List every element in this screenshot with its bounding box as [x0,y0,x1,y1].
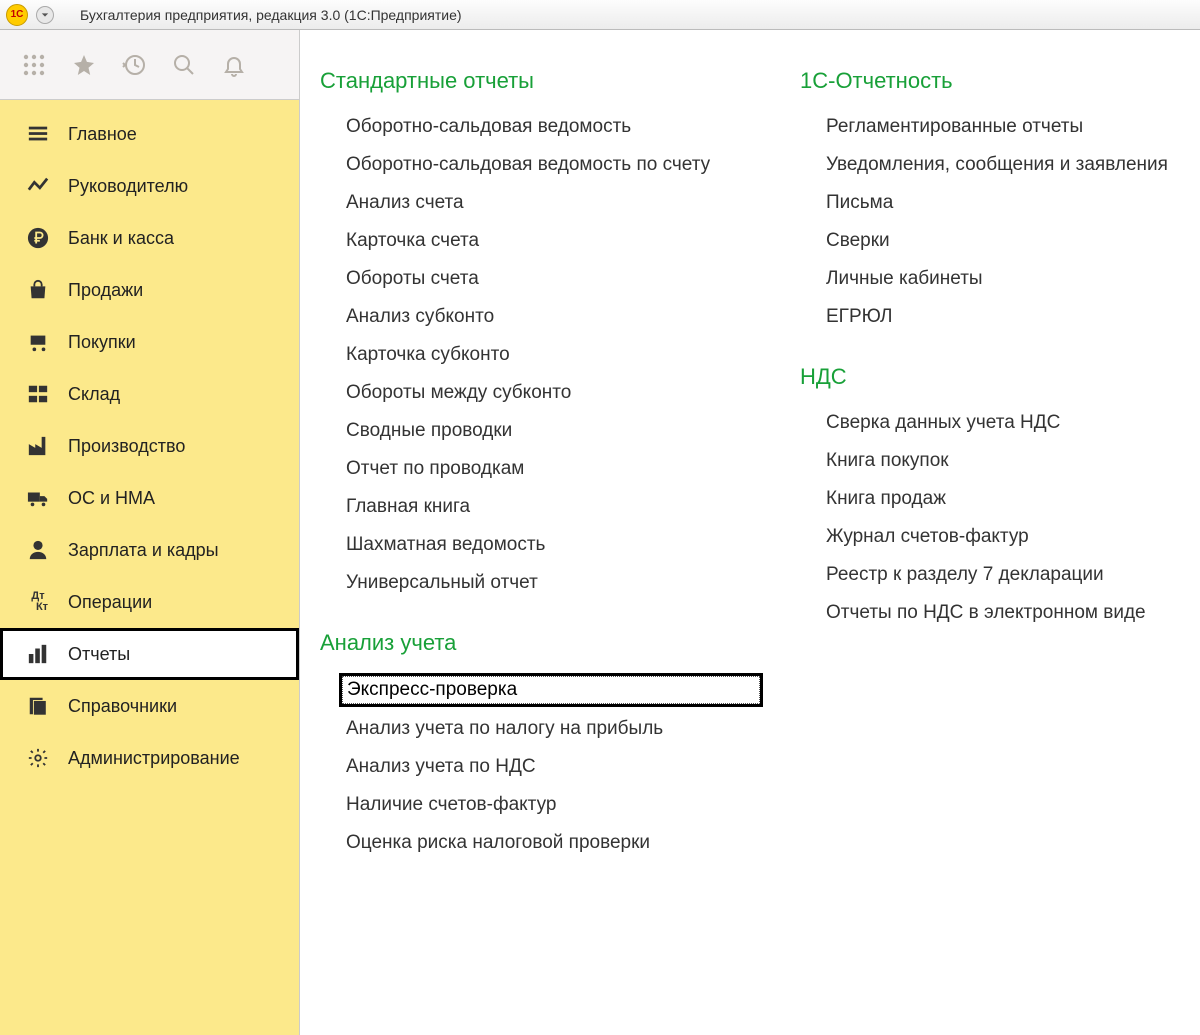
link-item[interactable]: Сверка данных учета НДС [800,404,1168,442]
bell-icon[interactable] [220,51,248,79]
link-item[interactable]: Оборотно-сальдовая ведомость [320,108,760,146]
nav-label: Зарплата и кадры [68,540,219,561]
link-item[interactable]: Оборотно-сальдовая ведомость по счету [320,146,760,184]
link-item[interactable]: Наличие счетов-фактур [320,786,760,824]
section-title-1c-reporting: 1С-Отчетность [800,68,1168,94]
nav-label: Администрирование [68,748,240,769]
nav-label: Покупки [68,332,136,353]
gear-icon [26,746,50,770]
link-item[interactable]: Анализ учета по налогу на прибыль [320,710,760,748]
docs-icon [26,694,50,718]
link-item[interactable]: Реестр к разделу 7 декларации [800,556,1168,594]
nav-item-operations[interactable]: ДтКт Операции [0,576,299,628]
link-item[interactable]: Универсальный отчет [320,564,760,602]
nav-label: Справочники [68,696,177,717]
nav-item-assets[interactable]: ОС и НМА [0,472,299,524]
link-item[interactable]: Анализ учета по НДС [320,748,760,786]
factory-icon [26,434,50,458]
barchart-icon [26,642,50,666]
nav-label: Операции [68,592,152,613]
link-item[interactable]: Обороты счета [320,260,760,298]
titlebar: 1C Бухгалтерия предприятия, редакция 3.0… [0,0,1200,30]
grid-menu-icon[interactable] [20,51,48,79]
top-toolbar [0,30,299,100]
nav-item-manager[interactable]: Руководителю [0,160,299,212]
link-item[interactable]: Сверки [800,222,1168,260]
link-item[interactable]: Анализ субконто [320,298,760,336]
content-area: Стандартные отчеты Оборотно-сальдовая ве… [300,30,1200,1035]
dtkt-icon: ДтКт [26,590,50,614]
section-title-vat: НДС [800,364,1168,390]
link-item[interactable]: Главная книга [320,488,760,526]
link-item[interactable]: Отчет по проводкам [320,450,760,488]
system-menu-dropdown[interactable] [36,6,54,24]
nav-item-bank[interactable]: Банк и касса [0,212,299,264]
section-title-analysis: Анализ учета [320,630,760,656]
nav-item-purchases[interactable]: Покупки [0,316,299,368]
truck-icon [26,486,50,510]
nav-label: Банк и касса [68,228,174,249]
section-title-standard-reports: Стандартные отчеты [320,68,760,94]
nav-label: ОС и НМА [68,488,155,509]
bag-icon [26,278,50,302]
sidebar: Главное Руководителю Банк и касса Продаж… [0,100,299,1035]
nav-label: Отчеты [68,644,130,665]
link-item[interactable]: Обороты между субконто [320,374,760,412]
nav-label: Руководителю [68,176,188,197]
link-item[interactable]: Письма [800,184,1168,222]
nav-label: Склад [68,384,120,405]
link-item[interactable]: Анализ счета [320,184,760,222]
nav-item-production[interactable]: Производство [0,420,299,472]
link-item[interactable]: Сводные проводки [320,412,760,450]
history-icon[interactable] [120,51,148,79]
cart-icon [26,330,50,354]
link-item[interactable]: Отчеты по НДС в электронном виде [800,594,1168,632]
ruble-icon [26,226,50,250]
nav-item-catalogs[interactable]: Справочники [0,680,299,732]
link-item[interactable]: Уведомления, сообщения и заявления [800,146,1168,184]
search-icon[interactable] [170,51,198,79]
nav-item-reports[interactable]: Отчеты [0,628,299,680]
nav-label: Главное [68,124,137,145]
link-item[interactable]: Книга покупок [800,442,1168,480]
star-icon[interactable] [70,51,98,79]
link-item[interactable]: Журнал счетов-фактур [800,518,1168,556]
chart-line-icon [26,174,50,198]
link-item[interactable]: Карточка счета [320,222,760,260]
link-item[interactable]: ЕГРЮЛ [800,298,1168,336]
nav-item-admin[interactable]: Администрирование [0,732,299,784]
nav-item-warehouse[interactable]: Склад [0,368,299,420]
nav-item-salary[interactable]: Зарплата и кадры [0,524,299,576]
app-logo-icon: 1C [6,4,28,26]
link-item[interactable]: Шахматная ведомость [320,526,760,564]
link-item[interactable]: Книга продаж [800,480,1168,518]
link-item[interactable]: Оценка риска налоговой проверки [320,824,760,862]
nav-item-main[interactable]: Главное [0,108,299,160]
window-title: Бухгалтерия предприятия, редакция 3.0 (1… [80,7,462,23]
grid4-icon [26,382,50,406]
person-icon [26,538,50,562]
link-item[interactable]: Карточка субконто [320,336,760,374]
link-item[interactable]: Регламентированные отчеты [800,108,1168,146]
nav-item-sales[interactable]: Продажи [0,264,299,316]
nav-label: Продажи [68,280,143,301]
link-express-check[interactable]: Экспресс-проверка [342,676,760,704]
menu-icon [26,122,50,146]
link-item[interactable]: Личные кабинеты [800,260,1168,298]
nav-label: Производство [68,436,185,457]
